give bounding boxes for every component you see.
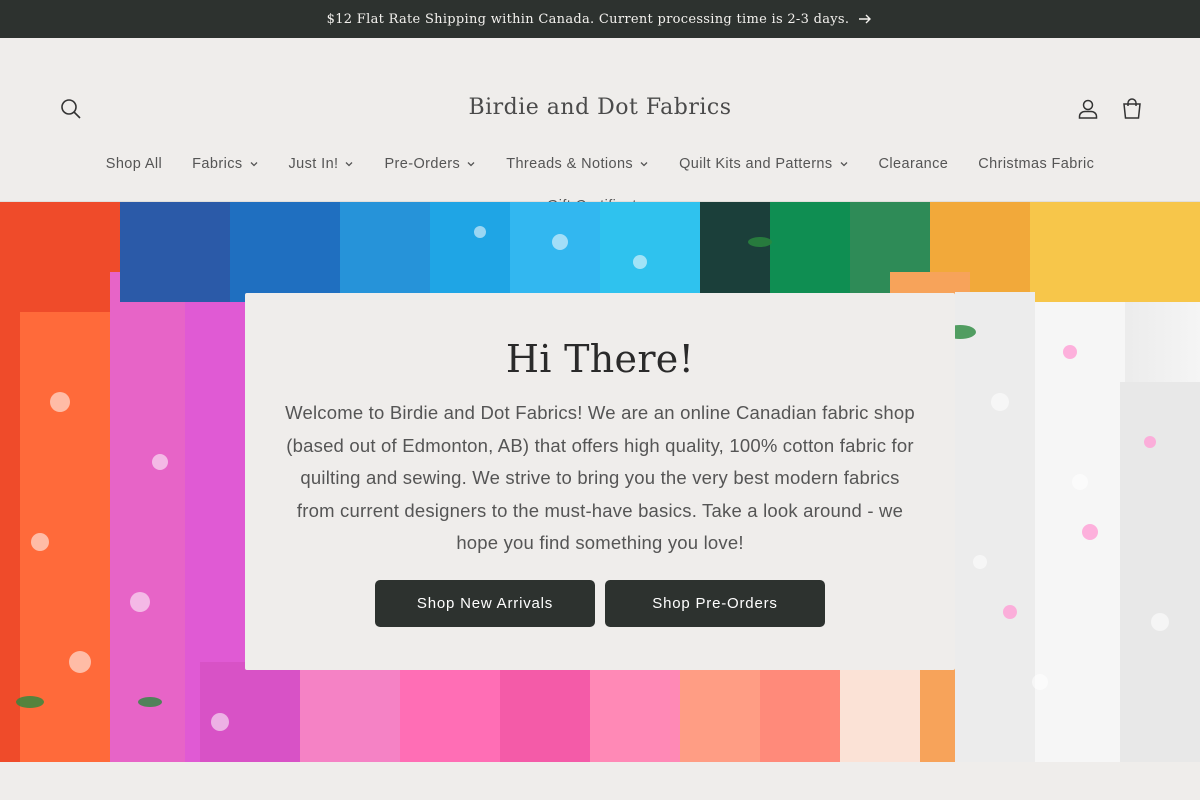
nav-item-pre-orders[interactable]: Pre-Orders — [369, 152, 491, 176]
nav-item-label: Just In! — [288, 156, 339, 172]
site-header: Birdie and Dot Fabrics Shop All Fabrics Ju… — [0, 38, 1200, 214]
site-title[interactable]: Birdie and Dot Fabrics — [0, 95, 1200, 120]
nav-item-christmas-fabric[interactable]: Christmas Fabric — [963, 152, 1109, 176]
chevron-down-icon — [840, 162, 848, 167]
nav-item-label: Fabrics — [192, 156, 243, 172]
chevron-down-icon — [640, 162, 648, 167]
shop-pre-orders-button[interactable]: Shop Pre-Orders — [605, 580, 825, 627]
nav-item-just-in[interactable]: Just In! — [274, 152, 370, 176]
nav-item-label: Christmas Fabric — [978, 156, 1095, 172]
nav-item-label: Shop All — [105, 156, 163, 172]
announcement-bar[interactable]: $12 Flat Rate Shipping within Canada. Cu… — [0, 0, 1200, 38]
cart-icon[interactable] — [1119, 96, 1145, 122]
nav-item-shop-all[interactable]: Shop All — [91, 152, 177, 176]
welcome-card: Hi There! Welcome to Birdie and Dot Fabr… — [245, 293, 955, 670]
hero-buttons: Shop New Arrivals Shop Pre-Orders — [375, 580, 825, 627]
nav-item-label: Threads & Notions — [506, 156, 634, 172]
nav-item-label: Quilt Kits and Patterns — [679, 156, 833, 172]
chevron-down-icon — [250, 162, 257, 167]
chevron-down-icon — [467, 162, 475, 167]
nav-item-label: Clearance — [878, 156, 949, 172]
nav-item-threads-notions[interactable]: Threads & Notions — [491, 152, 664, 176]
main-nav: Shop All Fabrics Just In! Pre-Orders Threads… — [0, 152, 1200, 176]
hero-heading: Hi There! — [505, 337, 695, 381]
nav-item-label: Pre-Orders — [384, 156, 461, 172]
chevron-down-icon — [346, 162, 353, 167]
shop-new-arrivals-button[interactable]: Shop New Arrivals — [375, 580, 595, 627]
account-icon[interactable] — [1075, 96, 1101, 122]
announcement-text[interactable]: $12 Flat Rate Shipping within Canada. Cu… — [327, 12, 850, 27]
nav-item-clearance[interactable]: Clearance — [864, 152, 964, 176]
nav-item-quilt-kits-and-patterns[interactable]: Quilt Kits and Patterns — [664, 152, 863, 176]
nav-item-fabrics[interactable]: Fabrics — [177, 152, 273, 176]
hero-body-text: Welcome to Birdie and Dot Fabrics! We ar… — [285, 402, 915, 553]
arrow-right-icon — [859, 14, 872, 24]
